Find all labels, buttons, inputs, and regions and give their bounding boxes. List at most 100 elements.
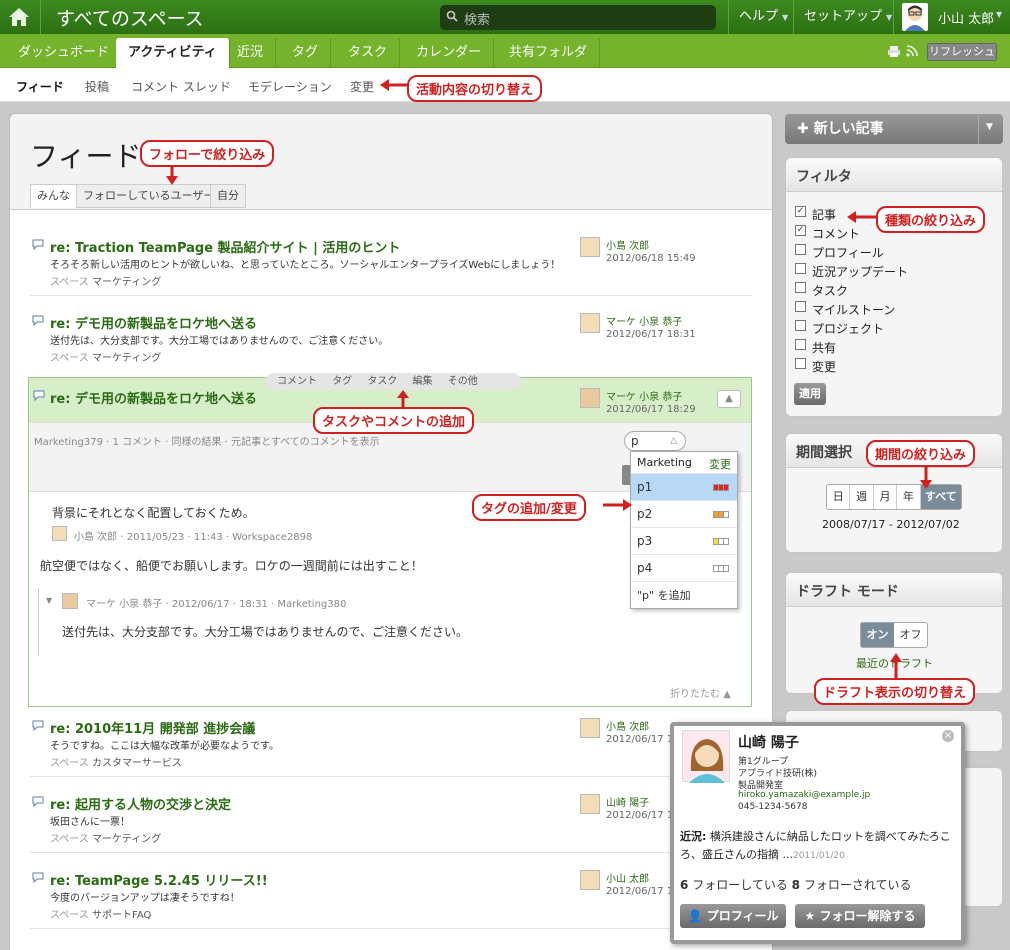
post-title[interactable]: re: 起用する人物の交渉と決定 [50,794,231,813]
avatar[interactable] [580,718,600,738]
space-link[interactable]: マーケティング [92,834,161,845]
tag-option[interactable]: p1 [631,473,737,500]
comment-icon [32,720,44,731]
draft-on[interactable]: オン [861,623,894,647]
annotation-task-comment: タスクやコメントの追加 [313,407,475,434]
post-author[interactable]: 小山 太郎 [606,870,649,885]
space-link[interactable]: マーケティング [92,353,161,364]
user-name[interactable]: 小山 太郎 [938,8,994,27]
subnav-comment-threads[interactable]: コメント スレッド [131,78,231,95]
avatar[interactable] [580,237,600,257]
tab-shared-folder[interactable]: 共有フォルダ [497,38,601,68]
feed-tab-self[interactable]: 自分 [210,184,246,208]
post-title[interactable]: re: Traction TeamPage 製品紹介サイト | 活用のヒント [50,237,400,256]
print-icon[interactable] [888,45,900,57]
annotation-arrow [603,499,632,511]
filter-checkbox[interactable] [795,244,806,255]
tag-add-option[interactable]: "p" を追加 [631,581,737,608]
popup-phone: 045-1234-5678 [738,802,808,812]
search-input[interactable]: 検索 [440,5,716,30]
toolbar-tag[interactable]: タグ [332,376,352,387]
tag-option[interactable]: p4 [631,554,737,581]
filter-checkbox[interactable] [795,282,806,293]
avatar[interactable] [62,593,78,609]
toolbar-edit[interactable]: 編集 [413,376,433,387]
apply-button[interactable]: 適用 [794,383,826,405]
collapse-link[interactable]: 折りたたむ ▲ [670,685,731,700]
rss-icon[interactable] [906,45,918,57]
comment-icon [32,872,44,883]
tab-tags[interactable]: タグ [280,38,332,68]
period-week[interactable]: 週 [850,485,874,509]
refresh-button[interactable]: リフレッシュ [927,43,997,61]
avatar[interactable] [902,3,928,31]
post-author[interactable]: 山崎 陽子 [606,794,649,809]
avatar[interactable] [580,794,600,814]
divider [978,114,979,144]
feed-tab-following[interactable]: フォローしているユーザー [76,184,222,208]
filter-checkbox[interactable]: ✓ [795,225,806,236]
post-author[interactable]: 小島 次郎 [606,237,649,252]
followers-label[interactable]: フォローされている [804,878,912,892]
subnav-changes[interactable]: 変更 [350,78,374,95]
post-author[interactable]: マーケ 小泉 恭子 [606,313,682,328]
period-day[interactable]: 日 [827,485,851,509]
help-menu[interactable]: ヘルプ ▼ [728,0,798,34]
post-title[interactable]: re: デモ用の新製品をロケ地へ送る [50,313,257,332]
close-icon[interactable]: × [942,730,954,742]
subnav-feed[interactable]: フィード [16,78,64,95]
space-link[interactable]: サポートFAQ [92,910,151,921]
popup-email[interactable]: hiroko.yamazaki@example.jp [738,790,870,800]
tag-input[interactable]: p △ [624,431,686,451]
period-year[interactable]: 年 [897,485,921,509]
tab-calendar[interactable]: カレンダー [404,38,495,68]
tag-dropdown-change[interactable]: 変更 [709,456,731,472]
tag-option[interactable]: p3 [631,527,737,554]
post-date: 2012/06/17 1 [606,810,674,821]
chevron-down-icon[interactable]: ▼ [46,596,52,605]
tag-add-button[interactable] [622,465,630,485]
filter-checkbox[interactable] [795,263,806,274]
filter-checkbox[interactable] [795,339,806,350]
post-title[interactable]: re: 2010年11月 開発部 進捗会議 [50,718,255,737]
toolbar-more[interactable]: その他 [448,376,478,387]
profile-button[interactable]: 👤 プロフィール [680,904,786,928]
avatar[interactable] [52,526,67,541]
following-label[interactable]: フォローしている [692,878,788,892]
avatar[interactable] [682,730,730,783]
period-month[interactable]: 月 [874,485,898,509]
priority-icon [713,484,729,491]
home-icon[interactable] [6,4,32,30]
avatar[interactable] [580,313,600,333]
tag-option[interactable]: p2 [631,500,737,527]
expanded-post-title[interactable]: re: デモ用の新製品をロケ地へ送る [50,388,257,407]
setup-menu[interactable]: セットアップ ▼ [793,0,902,34]
feed-tab-everyone[interactable]: みんな [30,184,77,208]
unfollow-button[interactable]: ★ フォロー解除する [795,904,925,928]
subnav-moderation[interactable]: モデレーション [248,78,332,95]
avatar[interactable] [580,870,600,890]
filter-checkbox[interactable] [795,358,806,369]
post-author[interactable]: マーケ 小泉 恭子 [606,388,682,403]
post-author[interactable]: 小島 次郎 [606,718,649,733]
chevron-down-icon[interactable]: ▼ [986,122,993,132]
draft-off[interactable]: オフ [894,623,927,647]
tab-dashboard[interactable]: ダッシュボード [6,38,123,68]
post-meta[interactable]: Marketing379 · 1 コメント · 同様の結果 · 元記事とすべての… [34,433,380,448]
subnav-posts[interactable]: 投稿 [85,78,109,95]
filter-checkbox[interactable]: ✓ [795,206,806,217]
toolbar-comment[interactable]: コメント [277,376,317,387]
post-title[interactable]: re: TeamPage 5.2.45 リリース!! [50,870,268,889]
tab-tasks[interactable]: タスク [336,38,401,68]
filter-checkbox[interactable] [795,320,806,331]
space-title[interactable]: すべてのスペース [56,4,204,31]
avatar[interactable] [580,388,600,408]
toolbar-task[interactable]: タスク [367,376,397,387]
space-link[interactable]: カスタマーサービス [92,758,182,769]
tab-status[interactable]: 近況 [225,38,277,68]
new-post-button[interactable]: ✚ 新しい記事 [785,114,1003,144]
collapse-button[interactable]: ▲ [717,390,741,408]
tab-activity[interactable]: アクティビティ [116,38,230,68]
filter-checkbox[interactable] [795,301,806,312]
space-link[interactable]: マーケティング [92,277,161,288]
